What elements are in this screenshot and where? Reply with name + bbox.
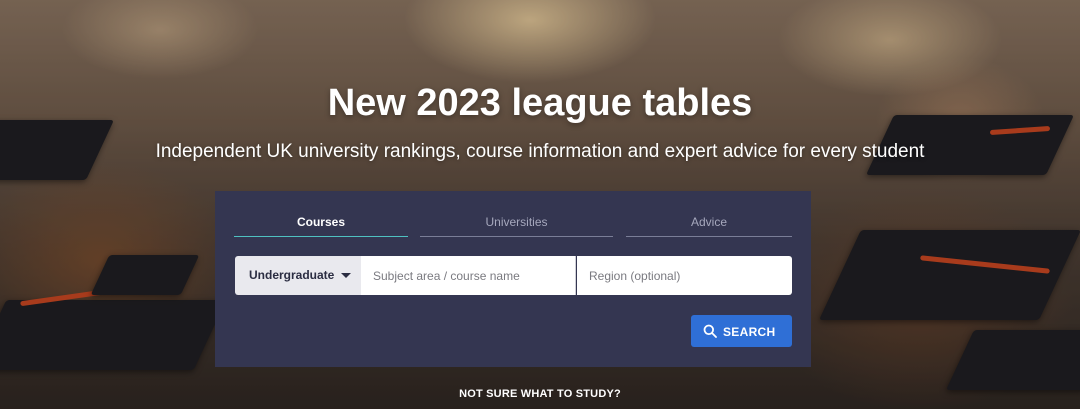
region-input[interactable] [577, 256, 792, 295]
tab-courses[interactable]: Courses [234, 215, 408, 237]
search-fields: Undergraduate [235, 256, 792, 295]
tab-advice[interactable]: Advice [626, 215, 792, 237]
search-panel: Courses Universities Advice Undergraduat… [215, 191, 811, 367]
subject-input[interactable] [361, 256, 576, 295]
search-button[interactable]: SEARCH [691, 315, 792, 347]
search-button-label: SEARCH [723, 325, 776, 339]
caret-down-icon [341, 273, 351, 278]
study-level-select[interactable]: Undergraduate [235, 256, 361, 295]
hero-title: New 2023 league tables [327, 82, 753, 124]
search-icon [703, 324, 717, 338]
not-sure-what-to-study-link[interactable]: NOT SURE WHAT TO STUDY? [0, 388, 1080, 400]
study-level-value: Undergraduate [249, 268, 335, 282]
hero-subtitle: Independent UK university rankings, cour… [155, 141, 925, 162]
tab-universities[interactable]: Universities [420, 215, 613, 237]
